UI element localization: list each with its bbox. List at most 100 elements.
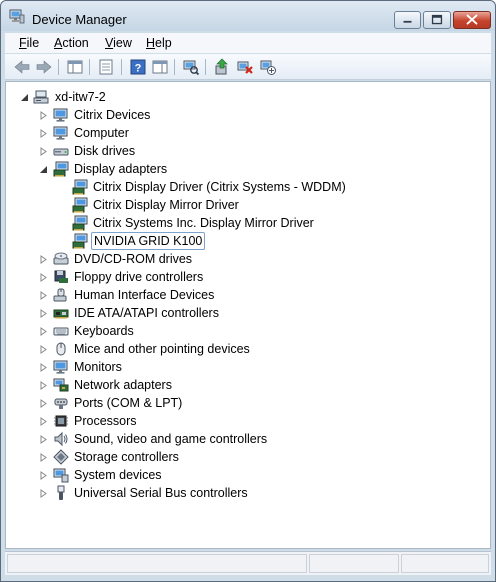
scan-hardware-button[interactable]: [182, 58, 200, 76]
tree-category-node[interactable]: Human Interface Devices: [6, 286, 486, 304]
collapse-arrow-icon[interactable]: [20, 93, 29, 102]
device-tree[interactable]: xd-itw7-2 Citrix Devices Computer Disk dri…: [5, 81, 491, 549]
tree-category-node[interactable]: System devices: [6, 466, 486, 484]
mouse-icon: [53, 341, 69, 357]
scan-hardware-icon: [183, 60, 200, 76]
tree-category-label[interactable]: Processors: [72, 413, 139, 429]
selected-device-label[interactable]: NVIDIA GRID K100: [91, 232, 206, 250]
tree-category-label[interactable]: Mice and other pointing devices: [72, 341, 252, 357]
port-icon: [53, 395, 69, 411]
tree-category-label[interactable]: Sound, video and game controllers: [72, 431, 269, 447]
status-bar: [5, 551, 491, 575]
tree-device-node[interactable]: Citrix Systems Inc. Display Mirror Drive…: [6, 214, 486, 232]
expand-arrow-icon[interactable]: [39, 489, 48, 498]
computer-name[interactable]: xd-itw7-2: [53, 89, 108, 105]
tree-category-label[interactable]: Computer: [72, 125, 131, 141]
tree-device-label[interactable]: Citrix Systems Inc. Display Mirror Drive…: [91, 215, 316, 231]
minimize-button[interactable]: [394, 11, 421, 29]
tree-category-node[interactable]: Disk drives: [6, 142, 486, 160]
tree-category-node[interactable]: Computer: [6, 124, 486, 142]
tree-device-node[interactable]: Citrix Display Driver (Citrix Systems - …: [6, 178, 486, 196]
tree-category-label[interactable]: Ports (COM & LPT): [72, 395, 184, 411]
maximize-button[interactable]: [423, 11, 451, 29]
expand-arrow-icon[interactable]: [39, 255, 48, 264]
dvd-drive-icon: [53, 251, 69, 267]
toolbar-separator: [121, 59, 122, 75]
tree-category-node[interactable]: Storage controllers: [6, 448, 486, 466]
update-driver-icon: [215, 58, 228, 75]
tree-device-node[interactable]: Citrix Display Mirror Driver: [6, 196, 486, 214]
expand-arrow-icon[interactable]: [39, 291, 48, 300]
tree-category-node[interactable]: DVD/CD-ROM drives: [6, 250, 486, 268]
expand-arrow-icon[interactable]: [39, 399, 48, 408]
expand-arrow-icon[interactable]: [39, 363, 48, 372]
tree-category-node[interactable]: IDE ATA/ATAPI controllers: [6, 304, 486, 322]
tree-category-node[interactable]: Citrix Devices: [6, 106, 486, 124]
expand-arrow-icon[interactable]: [39, 471, 48, 480]
menu-view[interactable]: View: [105, 36, 132, 50]
tree-category-label[interactable]: Display adapters: [72, 161, 169, 177]
back-arrow-icon: [14, 60, 30, 74]
tree-category-label[interactable]: Universal Serial Bus controllers: [72, 485, 250, 501]
update-driver-button[interactable]: [213, 58, 231, 76]
uninstall-button[interactable]: [236, 58, 254, 76]
close-button[interactable]: [453, 11, 491, 29]
network-adapter-icon: [53, 377, 69, 393]
tree-category-node[interactable]: Monitors: [6, 358, 486, 376]
expand-arrow-icon[interactable]: [39, 129, 48, 138]
ide-controller-icon: [53, 305, 69, 321]
tree-category-label[interactable]: DVD/CD-ROM drives: [72, 251, 194, 267]
expand-arrow-icon[interactable]: [39, 345, 48, 354]
tree-category-label[interactable]: Floppy drive controllers: [72, 269, 205, 285]
expand-arrow-icon[interactable]: [39, 147, 48, 156]
device-manager-icon: [9, 9, 25, 24]
expand-arrow-icon[interactable]: [39, 273, 48, 282]
minimize-icon: [403, 20, 412, 23]
menu-file[interactable]: File: [19, 36, 39, 50]
usb-icon: [53, 485, 69, 501]
expand-arrow-icon[interactable]: [39, 417, 48, 426]
tree-root-node[interactable]: xd-itw7-2: [6, 88, 486, 106]
tree-category-label[interactable]: System devices: [72, 467, 164, 483]
tree-category-node[interactable]: Processors: [6, 412, 486, 430]
tree-category-node[interactable]: Mice and other pointing devices: [6, 340, 486, 358]
close-icon: [466, 14, 478, 25]
properties-button[interactable]: [97, 58, 115, 76]
tree-category-label[interactable]: Human Interface Devices: [72, 287, 216, 303]
expand-arrow-icon[interactable]: [39, 435, 48, 444]
show-action-pane-button[interactable]: [151, 58, 169, 76]
show-hide-console-tree-button[interactable]: [66, 58, 84, 76]
back-button[interactable]: [13, 58, 31, 76]
tree-category-label[interactable]: Monitors: [72, 359, 124, 375]
expand-arrow-icon[interactable]: [39, 309, 48, 318]
expand-arrow-icon[interactable]: [39, 381, 48, 390]
collapse-arrow-icon[interactable]: [39, 165, 48, 174]
menu-action[interactable]: Action: [54, 36, 89, 50]
help-button[interactable]: ?: [129, 58, 147, 76]
tree-category-label[interactable]: Keyboards: [72, 323, 136, 339]
tree-category-node[interactable]: Display adapters: [6, 160, 486, 178]
tree-category-node[interactable]: Keyboards: [6, 322, 486, 340]
tree-category-node[interactable]: Ports (COM & LPT): [6, 394, 486, 412]
expand-arrow-icon[interactable]: [39, 453, 48, 462]
help-icon: ?: [130, 59, 146, 75]
title-bar[interactable]: Device Manager: [1, 1, 495, 31]
tree-category-label[interactable]: Storage controllers: [72, 449, 181, 465]
expand-arrow-icon[interactable]: [39, 327, 48, 336]
tree-category-node[interactable]: Universal Serial Bus controllers: [6, 484, 486, 502]
tree-device-label[interactable]: Citrix Display Driver (Citrix Systems - …: [91, 179, 348, 195]
expand-arrow-icon[interactable]: [39, 111, 48, 120]
tree-category-node[interactable]: Sound, video and game controllers: [6, 430, 486, 448]
tree-category-label[interactable]: Network adapters: [72, 377, 174, 393]
tree-category-label[interactable]: Disk drives: [72, 143, 137, 159]
disable-device-button[interactable]: [259, 58, 277, 76]
forward-button[interactable]: [35, 58, 53, 76]
tree-device-node[interactable]: NVIDIA GRID K100: [6, 232, 486, 250]
tree-category-label[interactable]: Citrix Devices: [72, 107, 152, 123]
tree-category-node[interactable]: Network adapters: [6, 376, 486, 394]
menu-help[interactable]: Help: [146, 36, 172, 50]
uninstall-icon: [237, 61, 253, 74]
tree-category-label[interactable]: IDE ATA/ATAPI controllers: [72, 305, 221, 321]
tree-category-node[interactable]: Floppy drive controllers: [6, 268, 486, 286]
tree-device-label[interactable]: Citrix Display Mirror Driver: [91, 197, 241, 213]
